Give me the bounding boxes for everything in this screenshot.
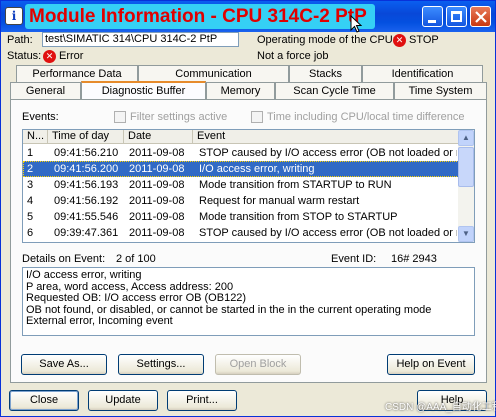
details-position: 2 of 100 — [116, 253, 156, 265]
events-label: Events: — [22, 111, 59, 123]
tab-general[interactable]: General — [10, 82, 81, 99]
operating-mode-value: STOP — [409, 34, 439, 46]
cell-date: 2011-09-08 — [129, 241, 184, 242]
detail-line: Requested OB: I/O access error OB (OB122… — [26, 292, 247, 304]
mouse-cursor-icon — [350, 15, 362, 33]
filter-settings-checkbox[interactable] — [114, 111, 126, 123]
table-row[interactable]: 7 09:39:47.350 2011-09-08 I/O access error,… — [23, 241, 459, 242]
cell-time: 09:41:55.546 — [54, 211, 119, 223]
cell-n: 5 — [27, 211, 34, 223]
filter-settings-label: Filter settings active — [130, 111, 228, 123]
stop-icon: ✕ — [393, 34, 406, 47]
events-scrollbar[interactable]: ▲ ▼ — [458, 130, 474, 242]
maximize-icon — [451, 11, 462, 22]
column-header-date[interactable]: Date — [124, 130, 193, 144]
column-header-number[interactable]: N... — [23, 130, 48, 144]
cell-event: Mode transition from STARTUP to RUN — [199, 179, 392, 191]
cell-time: 09:41:56.210 — [54, 147, 119, 159]
scroll-thumb[interactable] — [458, 147, 474, 187]
cell-event: Mode transition from STOP to STARTUP — [199, 211, 398, 223]
column-header-time[interactable]: Time of day — [48, 130, 124, 144]
table-row[interactable]: 6 09:39:47.361 2011-09-08 STOP caused by I/… — [23, 225, 459, 241]
minimize-button[interactable] — [422, 6, 443, 27]
detail-line: I/O access error, writing — [26, 269, 142, 281]
events-list-header: N... Time of day Date Event — [23, 130, 459, 144]
error-icon: ✕ — [43, 50, 56, 63]
maximize-button[interactable] — [446, 6, 467, 27]
minimize-icon — [428, 20, 436, 23]
tab-memory[interactable]: Memory — [206, 82, 275, 99]
time-difference-label: Time including CPU/local time difference — [267, 111, 465, 123]
table-row[interactable]: 4 09:41:56.192 2011-09-08 Request for manua… — [23, 193, 459, 209]
print-button[interactable]: Print... — [167, 390, 237, 411]
cell-event: I/O access error, reading — [199, 241, 457, 242]
tab-diagnostic-buffer[interactable]: Diagnostic Buffer — [81, 81, 206, 99]
tab-identification[interactable]: Identification — [362, 65, 483, 82]
path-field: test\SIMATIC 314\CPU 314C-2 PtP — [42, 32, 239, 47]
cell-date: 2011-09-08 — [129, 163, 185, 175]
help-on-event-button[interactable]: Help on Event — [387, 354, 475, 375]
tab-scan-cycle-time[interactable]: Scan Cycle Time — [275, 82, 394, 99]
cell-time: 09:41:56.192 — [54, 195, 119, 207]
table-row[interactable]: 1 09:41:56.210 2011-09-08 STOP caused by I/… — [23, 145, 459, 161]
force-job-status: Not a force job — [257, 50, 329, 62]
event-id-value: 16# 2943 — [391, 253, 437, 265]
time-difference-checkbox[interactable] — [251, 111, 263, 123]
cell-time: 09:41:56.193 — [54, 179, 119, 191]
close-button[interactable]: Close — [9, 390, 79, 411]
tab-performance-data[interactable]: Performance Data — [16, 65, 138, 82]
cell-time: 09:39:47.350 — [54, 241, 118, 242]
operating-mode-label: Operating mode of the CPU: — [257, 34, 396, 46]
cell-n: 3 — [27, 179, 34, 191]
cell-event: STOP caused by I/O access error (OB not … — [199, 227, 457, 239]
cell-n: 4 — [27, 195, 34, 207]
cell-n: 7 — [27, 241, 33, 242]
cell-date: 2011-09-08 — [129, 211, 185, 223]
module-information-window: i Module Information - CPU 314C-2 PtP Pa… — [0, 0, 496, 417]
cell-n: 2 — [27, 163, 34, 175]
cell-time: 09:41:56.200 — [54, 163, 119, 175]
cell-date: 2011-09-08 — [129, 195, 185, 207]
detail-line: External error, Incoming event — [26, 315, 173, 327]
table-row[interactable]: 2 09:41:56.200 2011-09-08 I/O access error,… — [23, 161, 459, 177]
status-label: Status: — [7, 50, 42, 62]
settings-button[interactable]: Settings... — [118, 354, 204, 375]
events-list[interactable]: N... Time of day Date Event 1 09:41:56.21… — [22, 129, 475, 243]
cell-event: I/O access error, writing — [199, 163, 315, 175]
tab-time-system[interactable]: Time System — [394, 82, 487, 99]
watermark: CSDN @AAA_自动化工程师 — [385, 402, 496, 413]
title-bar[interactable]: i Module Information - CPU 314C-2 PtP — [1, 1, 495, 32]
tab-communication[interactable]: Communication — [138, 65, 289, 82]
cell-time: 09:39:47.361 — [54, 227, 119, 239]
update-button[interactable]: Update — [88, 390, 158, 411]
save-as-button[interactable]: Save As... — [21, 354, 107, 375]
info-icon: i — [5, 7, 23, 25]
cell-date: 2011-09-08 — [129, 227, 185, 239]
table-row[interactable]: 3 09:41:56.193 2011-09-08 Mode transition f… — [23, 177, 459, 193]
status-value: Error — [59, 50, 84, 62]
cell-n: 6 — [27, 227, 34, 239]
cell-event: STOP caused by I/O access error (OB not … — [199, 147, 457, 159]
details-label: Details on Event: — [22, 253, 106, 265]
table-row[interactable]: 5 09:41:55.546 2011-09-08 Mode transition f… — [23, 209, 459, 225]
scroll-up-icon[interactable]: ▲ — [458, 130, 474, 146]
column-header-event[interactable]: Event — [193, 130, 459, 144]
window-title: Module Information - CPU 314C-2 PtP — [29, 6, 367, 27]
close-icon — [475, 11, 487, 23]
cell-n: 1 — [27, 147, 34, 159]
event-id-label: Event ID: — [331, 253, 377, 265]
scroll-down-icon[interactable]: ▼ — [458, 226, 474, 242]
path-label: Path: — [7, 34, 33, 46]
tab-stacks[interactable]: Stacks — [289, 65, 362, 82]
cell-event: Request for manual warm restart — [199, 195, 360, 207]
cell-date: 2011-09-08 — [129, 179, 185, 191]
close-window-button[interactable] — [470, 6, 491, 27]
cell-date: 2011-09-08 — [129, 147, 185, 159]
event-details-text[interactable]: I/O access error, writing P area, word a… — [22, 267, 475, 336]
open-block-button[interactable]: Open Block — [215, 354, 301, 375]
